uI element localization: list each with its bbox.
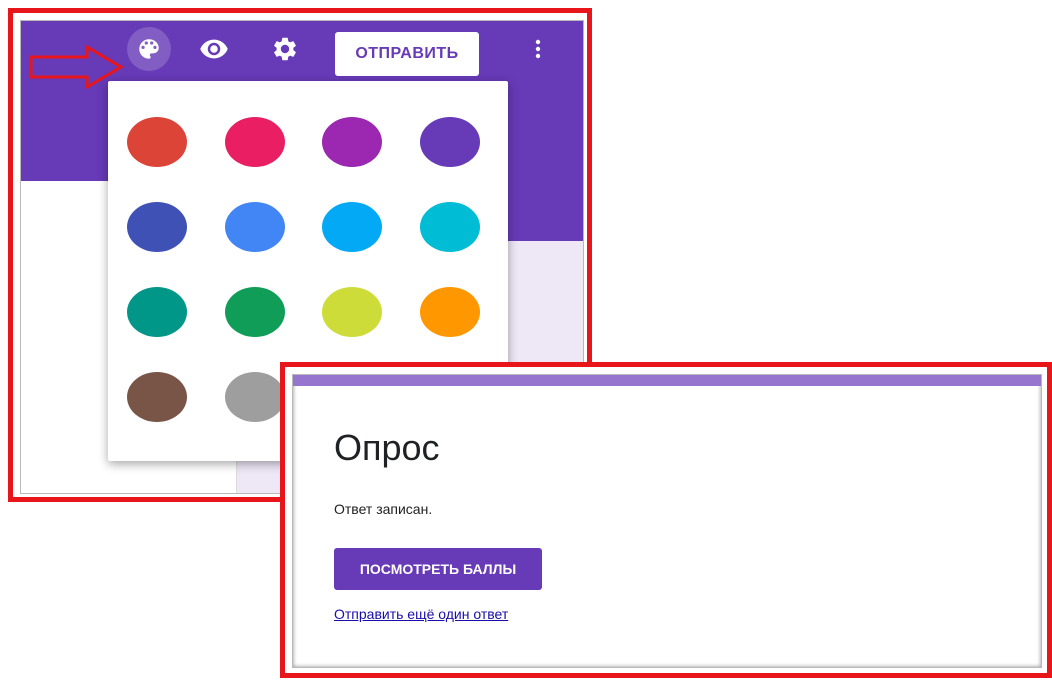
response-page: Опрос Ответ записан. ПОСМОТРЕТЬ БАЛЛЫ От…	[292, 374, 1042, 668]
color-swatch[interactable]	[127, 202, 187, 252]
color-swatch[interactable]	[322, 117, 382, 167]
theme-palette-button[interactable]	[127, 27, 171, 71]
color-swatch[interactable]	[127, 117, 187, 167]
response-screenshot-frame: Опрос Ответ записан. ПОСМОТРЕТЬ БАЛЛЫ От…	[280, 362, 1052, 678]
eye-icon	[200, 39, 228, 59]
color-swatch[interactable]	[419, 202, 480, 252]
color-swatch[interactable]	[127, 372, 187, 422]
color-swatch[interactable]	[224, 117, 285, 167]
more-vert-icon	[535, 39, 541, 59]
confirmation-message: Ответ записан.	[334, 501, 433, 517]
color-swatch[interactable]	[419, 117, 480, 167]
submit-another-response-link[interactable]: Отправить ещё один ответ	[334, 606, 508, 622]
view-score-button[interactable]: ПОСМОТРЕТЬ БАЛЛЫ	[334, 548, 542, 590]
color-swatch[interactable]	[322, 202, 382, 252]
form-title: Опрос	[334, 427, 440, 468]
settings-button[interactable]	[263, 27, 307, 71]
color-swatch[interactable]	[224, 372, 285, 422]
color-swatch[interactable]	[224, 287, 285, 337]
preview-button[interactable]	[192, 27, 236, 71]
color-swatch[interactable]	[224, 202, 285, 252]
palette-icon	[139, 39, 159, 59]
send-button[interactable]: ОТПРАВИТЬ	[335, 32, 479, 76]
form-accent-bar	[293, 375, 1041, 386]
more-options-button[interactable]	[516, 27, 560, 71]
gear-icon	[274, 37, 296, 61]
color-swatch[interactable]	[322, 287, 382, 337]
color-swatch[interactable]	[419, 287, 480, 337]
color-swatch[interactable]	[127, 287, 187, 337]
